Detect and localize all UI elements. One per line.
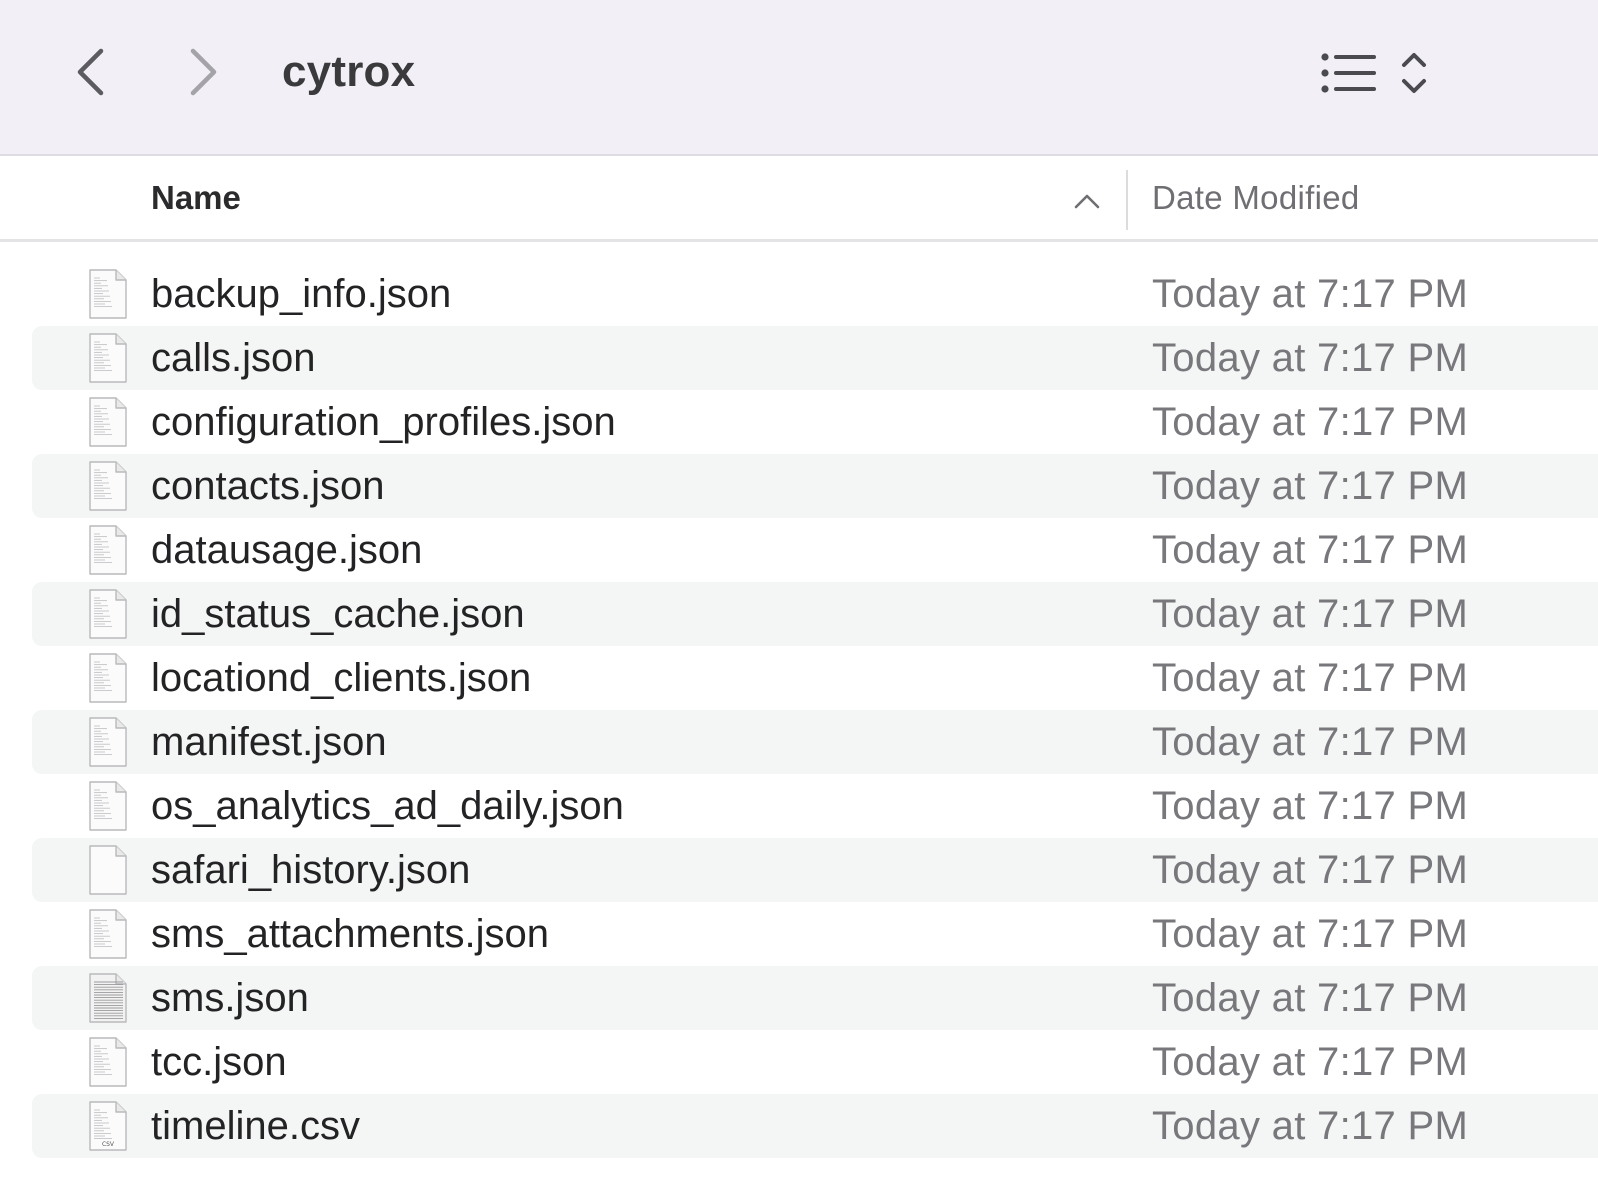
file-name: sms.json (151, 976, 309, 1020)
file-row[interactable]: datausage.json Today at 7:17 PM (0, 518, 1598, 582)
json-document-icon (89, 525, 127, 575)
json-document-icon (89, 269, 127, 319)
column-header-name[interactable]: Name (151, 158, 241, 242)
file-name: safari_history.json (151, 848, 471, 892)
file-name: os_analytics_ad_daily.json (151, 784, 624, 828)
file-date-modified: Today at 7:17 PM (1152, 592, 1469, 636)
column-header-date-modified[interactable]: Date Modified (1152, 158, 1360, 242)
json-document-icon (89, 653, 127, 703)
file-row[interactable]: configuration_profiles.json Today at 7:1… (0, 390, 1598, 454)
file-date-modified: Today at 7:17 PM (1152, 400, 1469, 444)
file-date-modified: Today at 7:17 PM (1152, 720, 1469, 764)
json-document-icon (89, 461, 127, 511)
file-row[interactable]: CSV timeline.csv Today at 7:17 PM (0, 1094, 1598, 1158)
json-document-icon (89, 397, 127, 447)
json-document-icon (89, 333, 127, 383)
json-document-icon (89, 781, 127, 831)
file-date-modified: Today at 7:17 PM (1152, 464, 1469, 508)
toolbar: cytrox (0, 0, 1598, 156)
file-name: timeline.csv (151, 1104, 360, 1148)
file-row[interactable]: backup_info.json Today at 7:17 PM (0, 262, 1598, 326)
file-date-modified: Today at 7:17 PM (1152, 1104, 1469, 1148)
file-row[interactable]: tcc.json Today at 7:17 PM (0, 1030, 1598, 1094)
file-date-modified: Today at 7:17 PM (1152, 272, 1469, 316)
file-date-modified: Today at 7:17 PM (1152, 848, 1469, 892)
csv-badge: CSV (102, 1141, 115, 1148)
file-row[interactable]: calls.json Today at 7:17 PM (0, 326, 1598, 390)
file-date-modified: Today at 7:17 PM (1152, 656, 1469, 700)
back-button[interactable] (62, 44, 118, 100)
file-date-modified: Today at 7:17 PM (1152, 528, 1469, 572)
json-document-icon (89, 1037, 127, 1087)
csv-document-icon: CSV (89, 1101, 127, 1151)
file-date-modified: Today at 7:17 PM (1152, 336, 1469, 380)
file-list: backup_info.json Today at 7:17 PM calls.… (0, 262, 1598, 1158)
file-row[interactable]: manifest.json Today at 7:17 PM (0, 710, 1598, 774)
blank-document-icon (89, 845, 127, 895)
file-date-modified: Today at 7:17 PM (1152, 1040, 1469, 1084)
file-name: configuration_profiles.json (151, 400, 616, 444)
file-date-modified: Today at 7:17 PM (1152, 912, 1469, 956)
file-name: calls.json (151, 336, 316, 380)
dense-document-icon (89, 973, 127, 1023)
file-name: sms_attachments.json (151, 912, 549, 956)
file-name: tcc.json (151, 1040, 287, 1084)
chevron-left-icon (77, 48, 104, 96)
chevron-up-icon[interactable] (1070, 186, 1104, 216)
json-document-icon (89, 909, 127, 959)
file-name: datausage.json (151, 528, 423, 572)
file-row[interactable]: os_analytics_ad_daily.json Today at 7:17… (0, 774, 1598, 838)
column-divider[interactable] (1126, 170, 1128, 230)
file-name: contacts.json (151, 464, 385, 508)
file-row[interactable]: contacts.json Today at 7:17 PM (0, 454, 1598, 518)
file-name: id_status_cache.json (151, 592, 525, 636)
file-row[interactable]: id_status_cache.json Today at 7:17 PM (0, 582, 1598, 646)
file-row[interactable]: sms.json Today at 7:17 PM (0, 966, 1598, 1030)
file-row[interactable]: sms_attachments.json Today at 7:17 PM (0, 902, 1598, 966)
chevron-up-down-icon (1394, 44, 1434, 102)
window-title: cytrox (282, 47, 416, 96)
file-row[interactable]: safari_history.json Today at 7:17 PM (0, 838, 1598, 902)
json-document-icon (89, 589, 127, 639)
chevron-right-icon (190, 48, 217, 96)
file-date-modified: Today at 7:17 PM (1152, 784, 1469, 828)
file-name: locationd_clients.json (151, 656, 532, 700)
json-document-icon (89, 717, 127, 767)
forward-button[interactable] (176, 44, 232, 100)
file-row[interactable]: locationd_clients.json Today at 7:17 PM (0, 646, 1598, 710)
column-header: Name Date Modified (0, 158, 1598, 242)
file-date-modified: Today at 7:17 PM (1152, 976, 1469, 1020)
file-name: manifest.json (151, 720, 387, 764)
view-options-button[interactable] (1318, 44, 1448, 102)
file-name: backup_info.json (151, 272, 452, 316)
list-view-icon (1318, 49, 1380, 97)
